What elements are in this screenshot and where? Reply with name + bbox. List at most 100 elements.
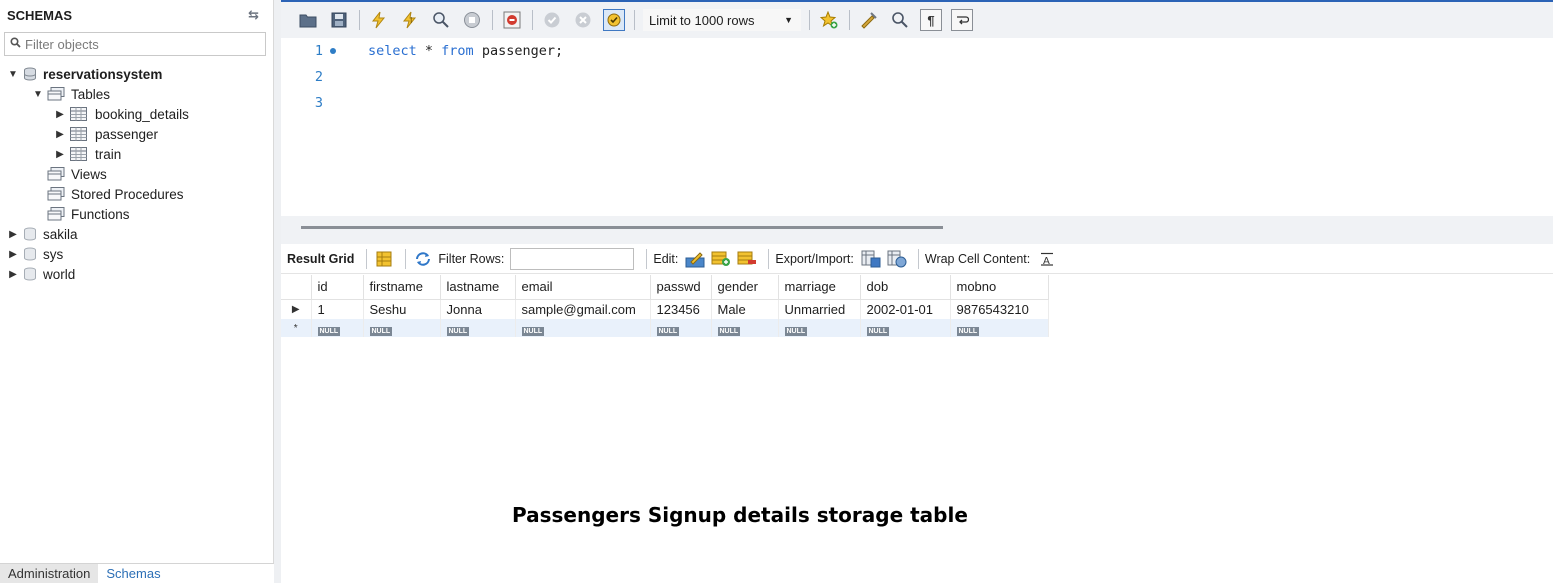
invisible-chars-icon[interactable]: ¶	[920, 9, 942, 31]
insert-row-icon[interactable]	[710, 249, 732, 269]
beautify-icon[interactable]	[858, 9, 880, 31]
table-cell[interactable]: NULL	[650, 319, 712, 337]
export-icon[interactable]	[860, 249, 882, 269]
column-header[interactable]: email	[515, 275, 651, 300]
tree-db-world[interactable]: ▶ world	[7, 264, 75, 284]
table-cell[interactable]: NULL	[363, 319, 441, 337]
line-number: 3	[314, 95, 323, 111]
filter-rows-input[interactable]	[510, 247, 635, 270]
tab-schemas[interactable]: Schemas	[98, 564, 169, 583]
table-cell[interactable]: NULL	[778, 319, 861, 337]
expand-arrow-icon[interactable]: ▶	[54, 109, 66, 120]
table-cell[interactable]: 2002-01-01	[860, 299, 951, 319]
tables-folder-icon	[47, 87, 65, 101]
tables-label: Tables	[71, 86, 111, 102]
filter-objects-input[interactable]	[25, 36, 261, 52]
current-row-arrow-icon: ▶	[281, 299, 312, 319]
functions-label: Functions	[71, 206, 130, 222]
add-snippet-icon[interactable]	[818, 9, 840, 31]
column-header[interactable]: dob	[860, 275, 951, 300]
table-cell[interactable]: NULL	[950, 319, 1049, 337]
execute-icon[interactable]	[368, 9, 390, 31]
table-cell[interactable]: NULL	[515, 319, 651, 337]
execute-current-icon[interactable]: I	[399, 9, 421, 31]
table-icon	[70, 107, 87, 121]
tree-table-train[interactable]: ▶ train	[54, 144, 121, 164]
table-cell[interactable]: 123456	[650, 299, 712, 319]
new-row[interactable]: * NULL NULL NULL NULL NULL NULL NULL NUL…	[281, 319, 1049, 337]
tree-table-booking-details[interactable]: ▶ booking_details	[54, 104, 189, 124]
expand-arrow-icon[interactable]: ▶	[7, 269, 19, 280]
table-cell[interactable]: Jonna	[440, 299, 516, 319]
rollback-icon[interactable]	[572, 9, 594, 31]
column-header[interactable]: gender	[711, 275, 779, 300]
column-header[interactable]: mobno	[950, 275, 1049, 300]
expand-arrow-icon[interactable]: ▼	[7, 69, 19, 80]
edit-row-icon[interactable]	[684, 249, 706, 269]
import-icon[interactable]	[886, 249, 908, 269]
toggle-error-icon[interactable]	[501, 9, 523, 31]
grid-view-icon[interactable]	[373, 249, 395, 269]
table-cell[interactable]: NULL	[860, 319, 951, 337]
result-grid[interactable]: id firstname lastname email passwd gende…	[281, 275, 1049, 337]
table-cell[interactable]: Unmarried	[778, 299, 861, 319]
wrap-lines-icon[interactable]	[951, 9, 973, 31]
tree-table-passenger[interactable]: ▶ passenger	[54, 124, 158, 144]
panel-splitter[interactable]	[274, 0, 281, 583]
column-header[interactable]: passwd	[650, 275, 712, 300]
grid-header-row: id firstname lastname email passwd gende…	[281, 275, 1049, 300]
table-cell[interactable]: NULL	[711, 319, 779, 337]
limit-rows-value: Limit to 1000 rows	[649, 12, 755, 28]
column-header[interactable]: marriage	[778, 275, 861, 300]
explain-icon[interactable]	[430, 9, 452, 31]
expand-arrow-icon[interactable]: ▶	[54, 129, 66, 140]
tree-db-sys[interactable]: ▶ sys	[7, 244, 63, 264]
procedures-label: Stored Procedures	[71, 186, 184, 202]
table-cell[interactable]: sample@gmail.com	[515, 299, 651, 319]
column-header[interactable]: id	[311, 275, 364, 300]
save-icon[interactable]	[328, 9, 350, 31]
statement-marker-icon	[330, 48, 336, 54]
table-cell[interactable]: 1	[311, 299, 364, 319]
tree-tables-folder[interactable]: ▼ Tables	[32, 84, 110, 104]
line-number: 2	[314, 69, 323, 85]
tab-administration[interactable]: Administration	[0, 564, 99, 583]
expand-arrow-icon[interactable]: ▶	[7, 249, 19, 260]
commit-icon[interactable]	[541, 9, 563, 31]
table-cell[interactable]: 9876543210	[950, 299, 1049, 319]
table-name-label: passenger	[95, 126, 159, 142]
table-cell[interactable]: NULL	[440, 319, 516, 337]
open-file-icon[interactable]	[297, 9, 319, 31]
wrap-cell-icon[interactable]: A	[1036, 249, 1058, 269]
filter-rows-label: Filter Rows:	[438, 251, 505, 266]
refresh-icon[interactable]: ⇆	[248, 7, 259, 23]
tree-db-sakila[interactable]: ▶ sakila	[7, 224, 77, 244]
expand-arrow-icon[interactable]: ▶	[7, 229, 19, 240]
delete-row-icon[interactable]	[736, 249, 758, 269]
tree-procedures-folder[interactable]: Stored Procedures	[47, 184, 184, 204]
expand-arrow-icon[interactable]: ▼	[32, 89, 44, 100]
limit-rows-select[interactable]: Limit to 1000 rows ▼	[643, 9, 801, 31]
expand-arrow-icon[interactable]: ▶	[54, 149, 66, 160]
find-icon[interactable]	[889, 9, 911, 31]
table-name-label: booking_details	[95, 106, 189, 122]
table-cell[interactable]: Male	[711, 299, 779, 319]
refresh-icon[interactable]	[412, 249, 434, 269]
tree-views-folder[interactable]: Views	[47, 164, 107, 184]
column-header[interactable]: lastname	[440, 275, 516, 300]
table-row[interactable]: ▶ 1 Seshu Jonna sample@gmail.com 123456 …	[281, 299, 1049, 319]
null-badge: NULL	[446, 326, 470, 336]
wrap-cell-label: Wrap Cell Content:	[924, 251, 1031, 266]
tree-db-reservationsystem[interactable]: ▼ reservationsystem	[7, 64, 162, 84]
table-cell[interactable]: NULL	[311, 319, 364, 337]
horizontal-scrollbar[interactable]	[301, 226, 943, 229]
result-grid-tab[interactable]: Result Grid	[287, 252, 354, 266]
stop-icon[interactable]	[461, 9, 483, 31]
autocommit-icon[interactable]	[603, 9, 625, 31]
table-cell[interactable]: Seshu	[363, 299, 441, 319]
tree-functions-folder[interactable]: Functions	[47, 204, 130, 224]
sql-editor[interactable]: 1 2 3 select * from passenger;	[281, 38, 1553, 216]
filter-objects-field[interactable]	[4, 32, 266, 56]
sql-query-line: select * from passenger;	[368, 43, 564, 59]
column-header[interactable]: firstname	[363, 275, 441, 300]
